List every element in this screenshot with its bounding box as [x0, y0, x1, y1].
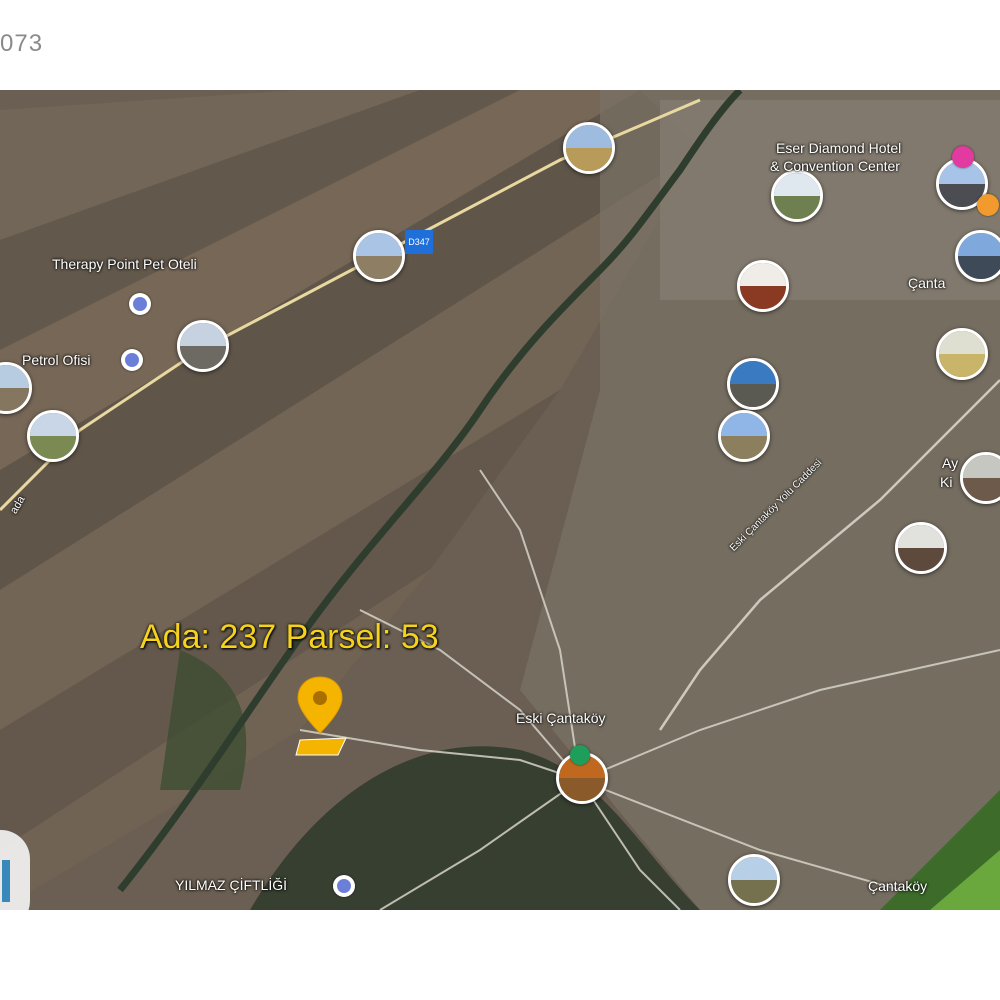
hotel-poi-icon[interactable] — [952, 146, 974, 168]
place-label-yilmaz: YILMAZ ÇİFTLİĞİ — [175, 877, 288, 893]
terrain-layer — [0, 90, 1000, 910]
place-label-ki: Ki — [940, 474, 953, 490]
place-label-cantakoy: Çantaköy — [868, 878, 928, 894]
photo-thumbnail[interactable] — [27, 410, 79, 462]
photo-thumbnail[interactable] — [936, 328, 988, 380]
place-label-ay: Ay — [942, 455, 959, 471]
satellite-map[interactable]: Therapy Point Pet Oteli Petrol Ofisi Ese… — [0, 90, 1000, 910]
restaurant-poi-icon[interactable] — [977, 194, 999, 216]
pet-hotel-poi-icon[interactable] — [129, 293, 151, 315]
photo-thumbnail[interactable] — [0, 362, 32, 414]
photo-thumbnail[interactable] — [563, 122, 615, 174]
photo-thumbnail[interactable] — [353, 230, 405, 282]
photo-thumbnail[interactable] — [737, 260, 789, 312]
photo-thumbnail[interactable] — [895, 522, 947, 574]
place-label-convention: & Convention Center — [770, 158, 900, 174]
photo-thumbnail[interactable] — [728, 854, 780, 906]
photo-thumbnail[interactable] — [960, 452, 1000, 504]
listing-id-fragment: 073 — [0, 30, 44, 57]
place-label-eser: Eser Diamond Hotel — [776, 140, 902, 156]
village-poi-icon[interactable] — [570, 745, 590, 765]
photo-thumbnail[interactable] — [771, 170, 823, 222]
place-label-therapy: Therapy Point Pet Oteli — [52, 256, 197, 272]
photo-thumbnail[interactable] — [727, 358, 779, 410]
farm-poi-icon[interactable] — [333, 875, 355, 897]
gas-station-poi-icon[interactable] — [121, 349, 143, 371]
parcel-label: Ada: 237 Parsel: 53 — [140, 618, 439, 656]
road-number-badge: D347 — [405, 230, 433, 254]
photo-thumbnail[interactable] — [718, 410, 770, 462]
location-pin-icon[interactable] — [293, 675, 347, 740]
photo-thumbnail[interactable] — [955, 230, 1000, 282]
place-label-petrol: Petrol Ofisi — [22, 352, 91, 368]
photo-thumbnail[interactable] — [177, 320, 229, 372]
place-label-canta: Çanta — [908, 275, 946, 291]
place-label-eski: Eski Çantaköy — [516, 710, 606, 726]
